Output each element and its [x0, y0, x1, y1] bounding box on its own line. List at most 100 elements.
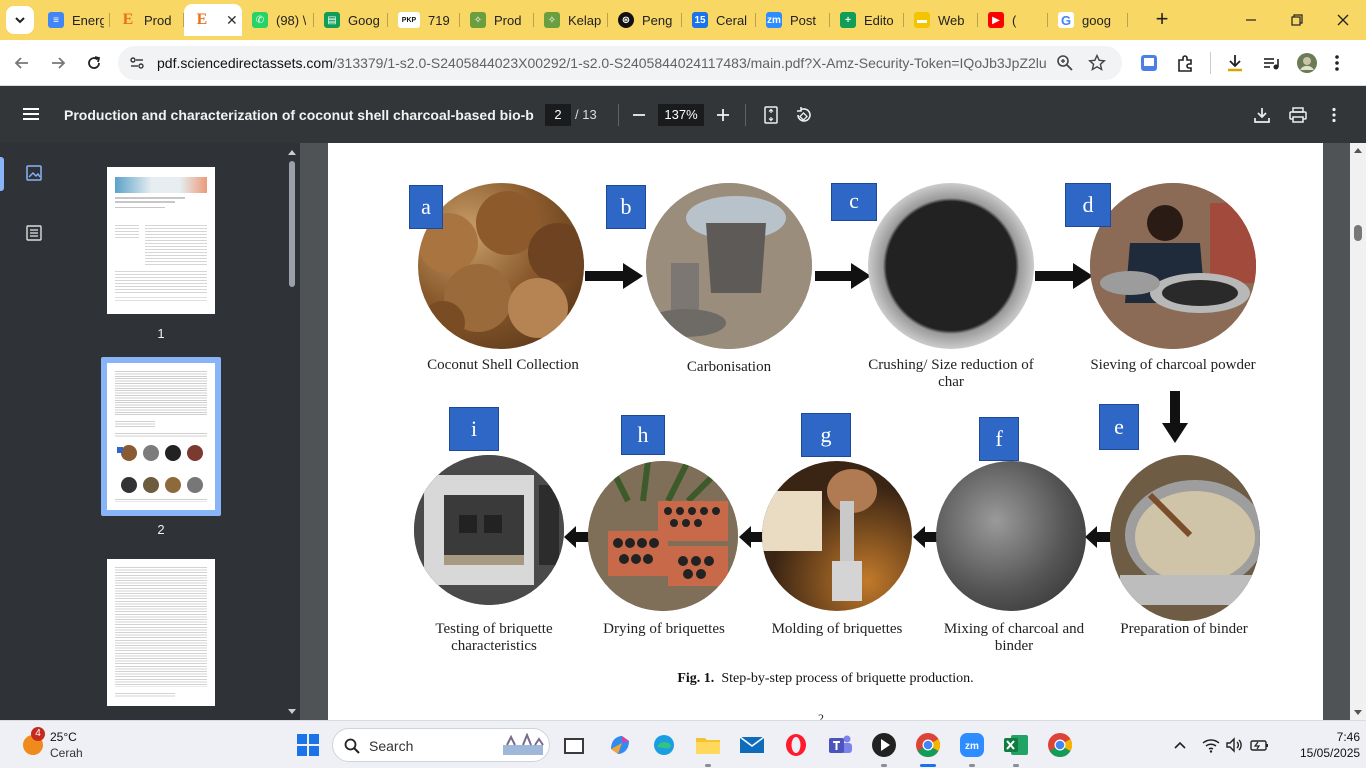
close-window-button[interactable]: [1320, 0, 1366, 40]
chrome-icon: [916, 733, 941, 758]
running-indicator: [705, 764, 711, 767]
step-caption: Coconut Shell Collection: [427, 357, 579, 373]
forward-button[interactable]: [46, 51, 70, 75]
taskbar-search[interactable]: Search: [332, 728, 550, 762]
excel-button[interactable]: [1002, 731, 1030, 759]
active-app-indicator: [920, 764, 936, 767]
weather-widget[interactable]: 4 25°C Cerah: [20, 727, 150, 761]
zoom-level-input[interactable]: 137%: [658, 104, 704, 126]
page-number-input[interactable]: 2: [545, 104, 571, 126]
pdf-viewport[interactable]: a Coconut Shell Collection b Carbonisati…: [300, 143, 1350, 720]
print-button[interactable]: [1287, 104, 1309, 126]
browser-tab[interactable]: E Prod: [110, 4, 184, 36]
restore-button[interactable]: [1274, 0, 1320, 40]
step-badge: g: [801, 413, 851, 457]
edge-icon: [654, 735, 674, 755]
tab-search-button[interactable]: [6, 6, 34, 34]
google-icon: G: [1058, 12, 1074, 28]
sidebar-scrollbar[interactable]: [287, 147, 297, 717]
minimize-button[interactable]: [1228, 0, 1274, 40]
file-explorer-button[interactable]: [694, 731, 722, 759]
browser-tab[interactable]: ≡ Energ: [38, 4, 110, 36]
pdf-more-button[interactable]: [1323, 104, 1345, 126]
arrow-right-icon: [1035, 263, 1093, 289]
calendar-icon: 15: [692, 12, 708, 28]
extension-icon[interactable]: [1138, 52, 1160, 74]
mixing-photo: [936, 461, 1086, 611]
arrow-right-icon: [52, 57, 66, 69]
thumbnails-tab[interactable]: [20, 159, 48, 187]
zoom-icon[interactable]: [1056, 54, 1074, 72]
profile-avatar-icon[interactable]: [1296, 52, 1318, 74]
browser-tab[interactable]: + Edito: [830, 4, 904, 36]
arrow-left-icon: [1085, 526, 1111, 548]
weather-temp: 25°C: [50, 730, 77, 744]
zoom-taskbar-button[interactable]: zm: [958, 731, 986, 759]
teams-button[interactable]: [826, 731, 854, 759]
browser-tab[interactable]: Ggoog: [1048, 4, 1128, 36]
page-thumbnail-3[interactable]: [107, 559, 215, 706]
browser-tab[interactable]: ✆ (98) \: [242, 4, 314, 36]
browser-tab[interactable]: ✧ Prod: [460, 4, 534, 36]
web-icon: ▬: [914, 12, 930, 28]
copilot-button[interactable]: [606, 731, 634, 759]
document-title: Production and characterization of cocon…: [64, 107, 534, 123]
battery-button[interactable]: [1250, 735, 1270, 755]
restore-icon: [1291, 14, 1303, 26]
arrow-down-icon: [1162, 391, 1188, 443]
sieving-photo: [1090, 183, 1256, 349]
chrome-taskbar-button[interactable]: [914, 731, 942, 759]
weather-badge: 4: [31, 727, 45, 741]
zoom-in-button[interactable]: [712, 104, 734, 126]
chrome-profile-button[interactable]: [1046, 731, 1074, 759]
sidebar-menu-icon[interactable]: [22, 106, 40, 122]
media-control-icon[interactable]: [1260, 52, 1282, 74]
volume-button[interactable]: [1224, 735, 1244, 755]
browser-tab[interactable]: ▶(: [978, 4, 1048, 36]
reload-button[interactable]: [82, 51, 106, 75]
browser-tab[interactable]: PKP 719: [388, 4, 460, 36]
opera-button[interactable]: [782, 731, 810, 759]
browser-tab[interactable]: zm Post: [756, 4, 830, 36]
mail-icon: [739, 736, 765, 753]
browser-tab[interactable]: ✧ Kelap: [534, 4, 608, 36]
browser-tab[interactable]: ▤ Goog: [314, 4, 388, 36]
address-bar[interactable]: pdf.sciencedirectassets.com/313379/1-s2.…: [118, 46, 1122, 80]
furnace-photo: [414, 455, 564, 605]
browser-menu-icon[interactable]: [1326, 52, 1348, 74]
back-button[interactable]: [10, 51, 34, 75]
download-icon[interactable]: [1224, 52, 1246, 74]
elsevier-icon: E: [196, 11, 208, 28]
start-button[interactable]: [294, 731, 322, 759]
browser-tab[interactable]: EF✕: [184, 4, 242, 36]
fit-page-button[interactable]: [760, 104, 782, 126]
page-thumbnail-1[interactable]: [107, 167, 215, 314]
close-tab-icon[interactable]: ✕: [226, 12, 238, 29]
site-info-icon[interactable]: [128, 54, 146, 72]
document-scrollbar[interactable]: [1350, 143, 1366, 720]
rotate-button[interactable]: [792, 104, 814, 126]
edge-button[interactable]: [650, 731, 678, 759]
browser-tab[interactable]: ⊛ Peng: [608, 4, 682, 36]
url-text[interactable]: pdf.sciencedirectassets.com/313379/1-s2.…: [157, 55, 1047, 71]
browser-tab[interactable]: 15 Ceral: [682, 4, 756, 36]
extensions-puzzle-icon[interactable]: [1174, 52, 1196, 74]
system-clock[interactable]: 7:46 15/05/2025: [1300, 729, 1360, 761]
wifi-button[interactable]: [1201, 735, 1221, 755]
tab-title: Peng: [642, 12, 673, 28]
page-thumbnail-2[interactable]: [107, 363, 215, 510]
outline-tab[interactable]: [20, 219, 48, 247]
media-player-button[interactable]: [870, 731, 898, 759]
zoom-out-button[interactable]: [628, 104, 650, 126]
show-hidden-icons-button[interactable]: [1170, 735, 1190, 755]
browser-toolbar: pdf.sciencedirectassets.com/313379/1-s2.…: [0, 40, 1366, 86]
pdf-download-button[interactable]: [1251, 104, 1273, 126]
mail-button[interactable]: [738, 731, 766, 759]
new-tab-button[interactable]: +: [1150, 8, 1174, 32]
whatsapp-icon: ✆: [252, 12, 268, 28]
arrow-left-icon: [14, 57, 28, 69]
browser-tab[interactable]: ▬ Web: [904, 4, 978, 36]
task-view-button[interactable]: [560, 731, 588, 759]
bookmark-star-icon[interactable]: [1088, 54, 1106, 72]
step-badge: b: [606, 185, 646, 229]
